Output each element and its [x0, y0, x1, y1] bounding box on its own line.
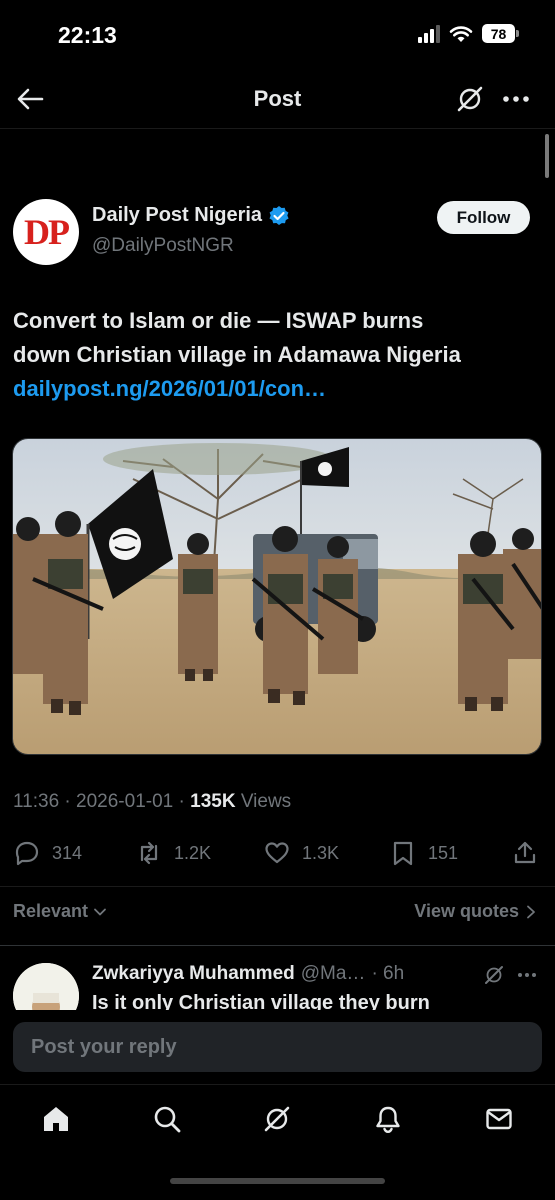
post-meta: 11:36 · 2026-01-01 · 135K Views [13, 791, 291, 813]
avatar-logo-text: DP [24, 212, 70, 252]
repost-button[interactable]: 1.2K [136, 836, 211, 870]
author-handle[interactable]: @DailyPostNGR [92, 235, 234, 257]
nav-notifications[interactable] [370, 1101, 406, 1137]
repost-count: 1.2K [174, 842, 212, 863]
share-icon [514, 841, 536, 864]
divider [0, 128, 555, 129]
chevron-down-icon [94, 908, 106, 915]
post-text: Convert to Islam or die — ISWAP burns do… [13, 304, 548, 406]
grok-button[interactable] [455, 84, 485, 114]
reply-count: 314 [52, 842, 83, 863]
like-count: 1.3K [302, 842, 340, 863]
reply-author-handle[interactable]: @Ma… [301, 963, 366, 985]
repost-icon [140, 841, 158, 865]
battery-level: 78 [482, 24, 515, 43]
divider [0, 945, 555, 946]
reply-author-row[interactable]: Zwkariyya Muhammed @Ma… · 6h [92, 963, 404, 985]
share-button[interactable] [512, 836, 538, 870]
cellular-signal-icon [418, 24, 440, 43]
top-bar: Post [0, 70, 555, 128]
reply-composer-bar [0, 1010, 555, 1084]
replies-sort-label: Relevant [13, 901, 89, 921]
reply-composer [13, 1022, 542, 1072]
verified-badge-icon [269, 205, 289, 225]
post-link[interactable]: dailypost.ng/2026/01/01/con… [13, 372, 548, 406]
grok-icon [457, 86, 483, 112]
meta-separator: · [173, 791, 191, 812]
home-indicator [170, 1178, 385, 1184]
divider [0, 886, 555, 887]
grok-icon[interactable] [483, 964, 505, 986]
author-avatar[interactable]: DP [13, 199, 79, 265]
bookmark-icon [393, 841, 413, 866]
like-button[interactable]: 1.3K [264, 836, 339, 870]
nav-search[interactable] [149, 1101, 185, 1137]
heart-icon [265, 842, 289, 864]
view-quotes-link[interactable]: View quotes [414, 901, 537, 922]
nav-home[interactable] [38, 1101, 74, 1137]
post-time: 11:36 [13, 791, 60, 812]
bookmark-count: 151 [428, 842, 459, 863]
photo-illustration [13, 439, 541, 754]
nav-grok[interactable] [259, 1101, 295, 1137]
reply-time: · 6h [371, 963, 405, 984]
status-icons: 78 [418, 24, 519, 43]
messages-icon [486, 1108, 512, 1130]
author-name[interactable]: Daily Post Nigeria [92, 204, 262, 227]
reply-icon [15, 841, 39, 866]
status-time: 22:13 [58, 22, 117, 48]
search-icon [154, 1106, 181, 1133]
wifi-icon [449, 25, 473, 42]
meta-separator: · [59, 791, 77, 812]
post-date: 2026-01-01 [76, 791, 174, 812]
post-text-line: down Christian village in Adamawa Nigeri… [13, 342, 461, 367]
post-text-line: Convert to Islam or die — ISWAP burns [13, 308, 424, 333]
notifications-icon [376, 1106, 400, 1134]
reply-button[interactable]: 314 [14, 836, 82, 870]
grok-icon [264, 1106, 290, 1132]
reply-input[interactable] [13, 1022, 542, 1072]
status-bar: 22:13 78 [0, 0, 555, 70]
more-horizontal-icon [518, 973, 536, 977]
chevron-right-icon [527, 905, 535, 918]
view-quotes-label: View quotes [414, 901, 519, 921]
replies-sort-dropdown[interactable]: Relevant [13, 901, 108, 922]
battery-icon: 78 [482, 24, 519, 43]
scrollbar[interactable] [545, 134, 549, 178]
reply-author-name[interactable]: Zwkariyya Muhammed [92, 963, 295, 985]
more-button[interactable] [501, 84, 531, 114]
views-count[interactable]: 135K [190, 791, 235, 812]
author-name-row[interactable]: Daily Post Nigeria [92, 204, 290, 227]
post-image[interactable] [12, 438, 542, 755]
reply-more-button[interactable] [517, 962, 537, 983]
nav-messages[interactable] [481, 1101, 517, 1137]
bookmark-button[interactable]: 151 [390, 836, 458, 870]
views-label: Views [235, 791, 292, 812]
more-horizontal-icon [503, 96, 529, 102]
home-icon [44, 1107, 68, 1131]
follow-button[interactable]: Follow [437, 201, 530, 234]
post-actions: 314 1.2K 1.3K 151 [0, 836, 555, 870]
